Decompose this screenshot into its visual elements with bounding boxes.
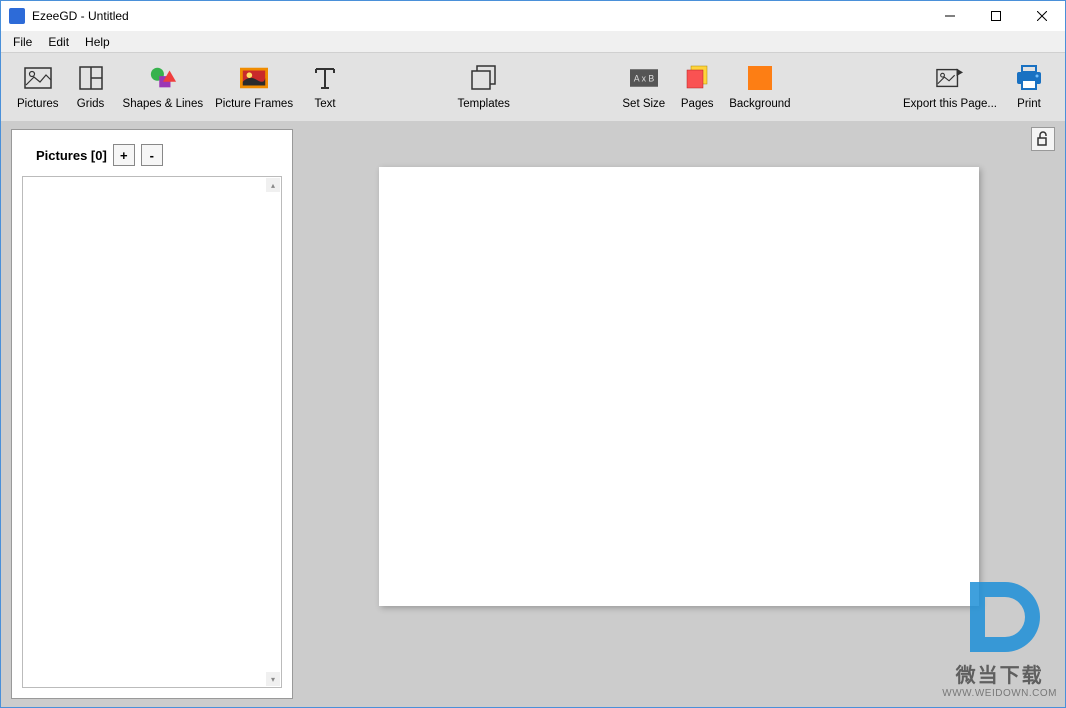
toolbar-shapes[interactable]: Shapes & Lines [117,57,210,117]
toolbar-shapes-label: Shapes & Lines [123,98,204,110]
titlebar: EzeeGD - Untitled [1,1,1065,31]
close-button[interactable] [1019,1,1065,31]
window-title: EzeeGD - Untitled [32,9,927,23]
toolbar-grids-label: Grids [77,98,104,110]
lock-button[interactable] [1031,127,1055,151]
toolbar-grids[interactable]: Grids [65,57,117,117]
scroll-up-icon[interactable]: ▴ [266,178,280,192]
menu-help[interactable]: Help [77,33,118,51]
menu-file[interactable]: File [5,33,40,51]
pictures-list[interactable]: ▴ ▾ [22,176,282,688]
svg-text:A x B: A x B [634,74,655,84]
grids-icon [77,64,105,92]
minimize-button[interactable] [927,1,973,31]
window-controls [927,1,1065,31]
toolbar-frames-label: Picture Frames [215,98,293,110]
side-panel: Pictures [0] + - ▴ ▾ [11,129,293,699]
setsize-icon: A x B [630,64,658,92]
canvas-area [293,121,1065,707]
app-window: EzeeGD - Untitled File Edit Help Picture… [0,0,1066,708]
menubar: File Edit Help [1,31,1065,53]
menu-edit[interactable]: Edit [40,33,77,51]
toolbar-templates-label: Templates [458,98,510,110]
toolbar-print[interactable]: Print [1003,57,1055,117]
templates-icon [470,64,498,92]
panel-header: Pictures [0] + - [22,144,282,166]
frames-icon [240,64,268,92]
toolbar-pages-label: Pages [681,98,714,110]
scroll-down-icon[interactable]: ▾ [266,672,280,686]
toolbar-pictures-label: Pictures [17,98,59,110]
add-picture-button[interactable]: + [113,144,135,166]
panel-title: Pictures [0] [36,148,107,163]
export-icon [936,64,964,92]
print-icon [1015,64,1043,92]
toolbar-export-label: Export this Page... [903,98,997,110]
toolbar-pages[interactable]: Pages [671,57,723,117]
maximize-button[interactable] [973,1,1019,31]
panel-scrollbar[interactable]: ▴ ▾ [266,178,280,686]
pictures-icon [24,64,52,92]
toolbar-text-label: Text [315,98,336,110]
toolbar-background-label: Background [729,98,790,110]
text-icon [311,64,339,92]
toolbar-text[interactable]: Text [299,57,351,117]
toolbar: Pictures Grids Shapes & Lines Picture Fr… [1,53,1065,121]
toolbar-setsize-label: Set Size [622,98,665,110]
background-icon [746,64,774,92]
canvas[interactable] [379,167,979,606]
toolbar-pictures[interactable]: Pictures [11,57,65,117]
toolbar-print-label: Print [1017,98,1041,110]
app-icon [9,8,25,24]
pages-icon [683,64,711,92]
toolbar-export[interactable]: Export this Page... [897,57,1003,117]
main-area: Pictures [0] + - ▴ ▾ 微当下载 WWW.WEIDOWN. [1,121,1065,707]
toolbar-templates[interactable]: Templates [452,57,516,117]
toolbar-background[interactable]: Background [723,57,796,117]
shapes-icon [149,64,177,92]
remove-picture-button[interactable]: - [141,144,163,166]
toolbar-frames[interactable]: Picture Frames [209,57,299,117]
unlock-icon [1035,131,1051,147]
toolbar-setsize[interactable]: A x B Set Size [616,57,671,117]
